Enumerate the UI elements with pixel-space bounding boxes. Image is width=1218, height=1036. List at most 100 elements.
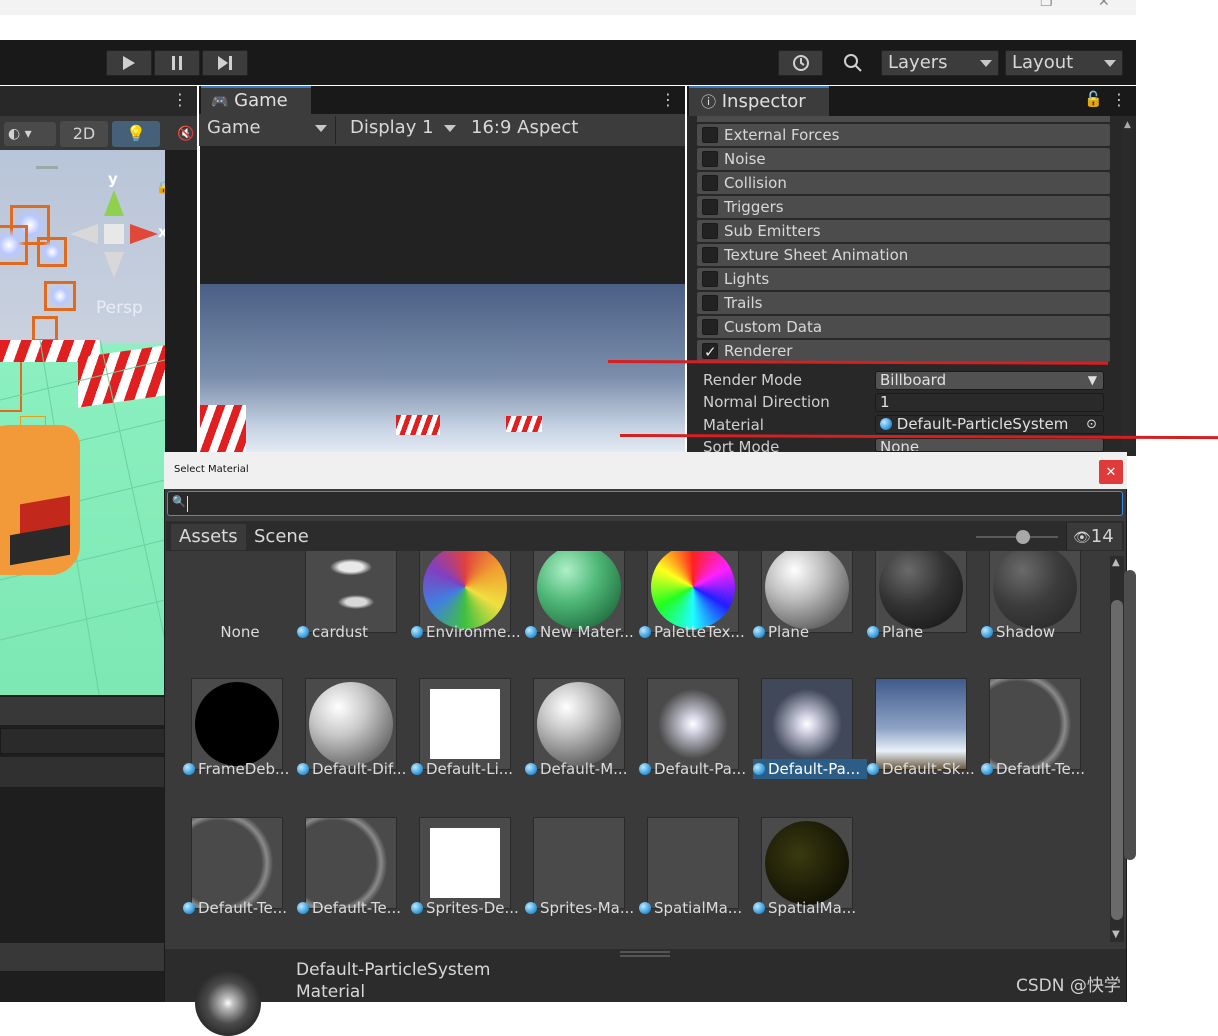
restore-icon[interactable]: ❐ — [1040, 0, 1053, 10]
module-row[interactable]: Lights — [697, 268, 1110, 290]
tab-game[interactable]: 🎮 Game — [201, 86, 311, 114]
material-thumbnail[interactable] — [305, 678, 397, 770]
material-item-label[interactable]: Default-Te... — [183, 898, 297, 918]
scroll-down-icon[interactable]: ▼ — [1112, 929, 1120, 940]
material-item-label[interactable]: Plane — [753, 622, 867, 642]
history-button[interactable] — [778, 50, 823, 76]
material-thumbnail[interactable] — [647, 551, 739, 633]
material-thumbnail[interactable] — [533, 817, 625, 909]
material-thumbnail[interactable] — [761, 817, 853, 909]
grid-scroll-thumb[interactable] — [1111, 600, 1123, 920]
material-thumbnail[interactable] — [305, 551, 397, 633]
light-gizmo[interactable] — [0, 225, 28, 265]
aspect-dropdown[interactable]: 16:9 Aspect — [465, 116, 685, 142]
module-checkbox[interactable] — [702, 127, 718, 143]
material-item-label[interactable]: Default-Pa... — [753, 759, 867, 779]
scroll-up-icon[interactable]: ▲ — [1112, 557, 1120, 568]
pause-button[interactable] — [154, 50, 200, 76]
material-thumbnail[interactable] — [191, 817, 283, 909]
module-row[interactable]: External Forces — [697, 124, 1110, 146]
tab-scene[interactable]: Scene — [246, 524, 317, 550]
inspector-scroll-thumb[interactable] — [1124, 570, 1136, 860]
material-item-label[interactable]: Default-Dif... — [297, 759, 411, 779]
lock-icon[interactable]: 🔒 — [156, 180, 165, 194]
play-button[interactable] — [106, 50, 152, 76]
material-thumbnail[interactable] — [761, 678, 853, 770]
shading-dropdown[interactable]: ◐ ▾ — [4, 122, 56, 146]
material-item-label[interactable]: Environme... — [411, 622, 525, 642]
module-row[interactable]: Trails — [697, 292, 1110, 314]
light-gizmo[interactable] — [44, 281, 76, 311]
sort-mode-dropdown[interactable]: None — [875, 438, 1104, 452]
scroll-up-icon[interactable]: ▲ — [1124, 120, 1131, 130]
search-button[interactable] — [830, 50, 875, 76]
material-item-label[interactable]: cardust — [297, 622, 411, 642]
material-thumbnail[interactable] — [419, 817, 511, 909]
inspector-menu-icon[interactable]: ⋮ — [1111, 90, 1127, 109]
material-item-label[interactable]: None — [183, 622, 297, 642]
module-row[interactable]: Triggers — [697, 196, 1110, 218]
2d-toggle[interactable]: 2D — [60, 121, 108, 147]
tab-assets[interactable]: Assets — [171, 524, 246, 550]
material-item-label[interactable]: Shadow — [981, 622, 1095, 642]
module-checkbox[interactable] — [702, 223, 718, 239]
material-thumbnail[interactable] — [305, 817, 397, 909]
splitter-handle[interactable] — [620, 951, 670, 953]
material-thumbnail[interactable] — [989, 678, 1081, 770]
material-thumbnail[interactable] — [191, 678, 283, 770]
module-row[interactable]: Collision — [697, 172, 1110, 194]
scene-viewport[interactable]: y x 🔒 Persp — [0, 150, 165, 695]
material-item-label[interactable]: Default-M... — [525, 759, 639, 779]
module-row[interactable]: Sub Emitters — [697, 220, 1110, 242]
material-thumbnail[interactable] — [647, 817, 739, 909]
light-gizmo[interactable] — [37, 237, 67, 267]
material-item-label[interactable]: Plane — [867, 622, 981, 642]
material-thumbnail[interactable] — [761, 551, 853, 633]
material-item-label[interactable]: Sprites-De... — [411, 898, 525, 918]
material-search-input[interactable]: 🔍 — [167, 491, 1123, 516]
game-menu-icon[interactable]: ⋮ — [660, 90, 676, 109]
lighting-toggle[interactable]: 💡 — [112, 121, 160, 147]
material-item-label[interactable]: FrameDeb... — [183, 759, 297, 779]
module-row[interactable]: Texture Sheet Animation — [697, 244, 1110, 266]
module-checkbox[interactable] — [702, 199, 718, 215]
dialog-close-button[interactable]: ✕ — [1099, 460, 1123, 484]
normal-direction-input[interactable]: 1 — [875, 393, 1104, 412]
lock-icon[interactable]: 🔓 — [1084, 90, 1103, 108]
material-thumbnail[interactable] — [875, 551, 967, 633]
module-checkbox[interactable] — [702, 151, 718, 167]
render-mode-dropdown[interactable]: Billboard ▼ — [875, 371, 1104, 390]
material-thumbnail[interactable] — [419, 551, 511, 633]
module-row[interactable]: Renderer — [697, 340, 1110, 363]
material-thumbnail[interactable] — [533, 678, 625, 770]
material-thumbnail[interactable] — [875, 678, 967, 770]
module-row[interactable]: Custom Data — [697, 316, 1110, 338]
tab-inspector[interactable]: ⓘ Inspector — [689, 86, 829, 116]
close-window-icon[interactable]: ✕ — [1098, 0, 1110, 10]
material-thumbnail[interactable] — [533, 551, 625, 633]
material-item-label[interactable]: Default-Sk... — [867, 759, 981, 779]
size-slider-handle[interactable] — [1016, 530, 1030, 544]
module-checkbox[interactable] — [702, 319, 718, 335]
material-item-label[interactable]: Default-Pa... — [639, 759, 753, 779]
material-field[interactable]: Default-ParticleSystem ⊙ — [875, 415, 1104, 434]
light-gizmo[interactable] — [32, 316, 58, 342]
module-checkbox[interactable] — [702, 341, 718, 363]
object-picker-icon[interactable]: ⊙ — [1086, 416, 1097, 433]
module-checkbox[interactable] — [702, 271, 718, 287]
module-checkbox[interactable] — [702, 175, 718, 191]
inspector-scrollbar[interactable]: ▲ — [1122, 120, 1134, 450]
material-item-label[interactable]: Default-Li... — [411, 759, 525, 779]
project-search[interactable] — [0, 728, 165, 754]
material-item-label[interactable]: New Mater... — [525, 622, 639, 642]
material-item-label[interactable]: Default-Te... — [297, 898, 411, 918]
material-thumbnail[interactable] — [989, 551, 1081, 633]
material-item-label[interactable]: PaletteTex... — [639, 622, 753, 642]
scene-menu-icon[interactable]: ⋮ — [172, 90, 188, 109]
layout-dropdown[interactable]: Layout — [1005, 50, 1123, 76]
hidden-toggle[interactable]: 👁14 — [1066, 523, 1122, 550]
display-dropdown[interactable]: Display 1 — [344, 116, 462, 142]
persp-label[interactable]: Persp — [96, 298, 143, 318]
material-item-label[interactable]: Default-Te... — [981, 759, 1095, 779]
audio-toggle-icon[interactable]: 🔇 — [177, 126, 194, 142]
